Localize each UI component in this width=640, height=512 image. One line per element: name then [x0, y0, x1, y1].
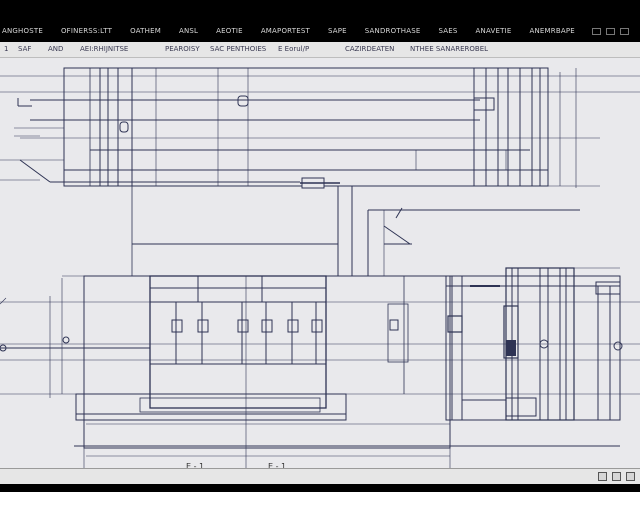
menu-item-10[interactable]: ANAVETIE: [476, 27, 512, 35]
status-button-2[interactable]: [612, 472, 621, 481]
toolbar-item-9[interactable]: NTHEE SANAREROBEL: [410, 45, 488, 54]
menu-items: ANGHOSTE OFINERSS:LTT OATHEM ANSL AEOTIE…: [0, 27, 575, 35]
status-bar: [0, 468, 640, 484]
close-button[interactable]: [620, 28, 629, 35]
toolbar-item-7[interactable]: E Eorul/P: [278, 45, 309, 54]
menu-item-8[interactable]: SANDROTHASE: [365, 27, 421, 35]
toolbar-item-4[interactable]: AEI:RHIJNITSE: [80, 45, 128, 54]
menu-item-2[interactable]: OFINERSS:LTT: [61, 27, 112, 35]
menu-item-1[interactable]: ANGHOSTE: [2, 27, 43, 35]
status-button-3[interactable]: [626, 472, 635, 481]
screen-bottom-margin: [0, 492, 640, 512]
menu-item-3[interactable]: OATHEM: [130, 27, 161, 35]
menu-item-11[interactable]: ANEMRBAPE: [530, 27, 575, 35]
toolbar: 1 SAF AND AEI:RHIJNITSE PEAROISY SAC PEN…: [0, 42, 640, 58]
toolbar-item-1[interactable]: 1: [4, 45, 8, 54]
valve-group: [171, 302, 323, 364]
menu-bar: ANGHOSTE OFINERSS:LTT OATHEM ANSL AEOTIE…: [0, 0, 640, 42]
upper-assembly-outline: [63, 67, 549, 187]
window-bottom-edge: [0, 484, 640, 492]
toolbar-item-3[interactable]: AND: [48, 45, 63, 54]
minimize-button[interactable]: [592, 28, 601, 35]
menu-item-4[interactable]: ANSL: [179, 27, 198, 35]
technical-drawing: [0, 67, 640, 468]
menu-item-9[interactable]: SAES: [439, 27, 458, 35]
menu-item-7[interactable]: SAPE: [328, 27, 347, 35]
menu-item-6[interactable]: AMAPORTEST: [261, 27, 310, 35]
status-button-1[interactable]: [598, 472, 607, 481]
menu-item-5[interactable]: AEOTIE: [216, 27, 243, 35]
toolbar-item-5[interactable]: PEAROISY: [165, 45, 200, 54]
maximize-button[interactable]: [606, 28, 615, 35]
toolbar-item-6[interactable]: SAC PENTHOIES: [210, 45, 266, 54]
toolbar-item-8[interactable]: CAZIRDEATEN: [345, 45, 394, 54]
drawing-canvas[interactable]: E - 1 E - 1: [0, 58, 640, 471]
toolbar-item-2[interactable]: SAF: [18, 45, 31, 54]
